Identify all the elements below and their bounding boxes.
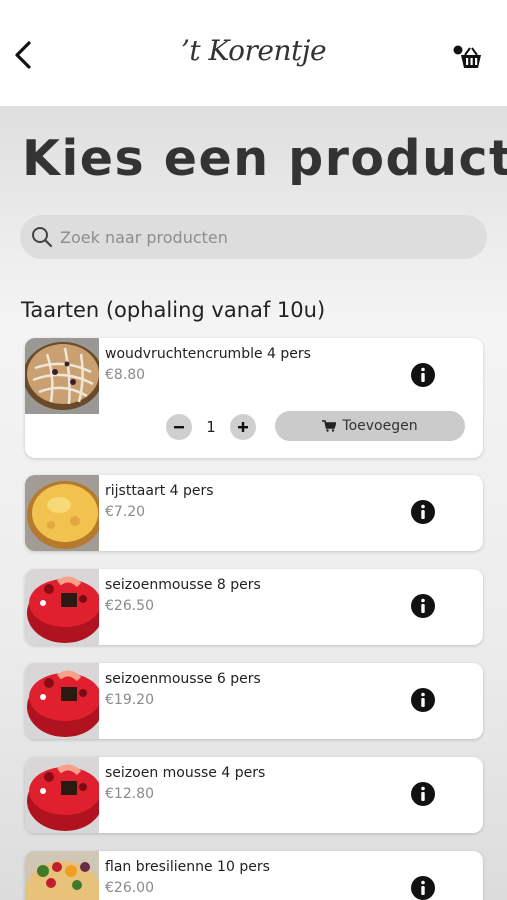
plus-icon — [238, 422, 248, 432]
product-price: €19.20 — [105, 692, 154, 708]
info-icon — [411, 500, 435, 524]
product-image-red-mousse — [25, 569, 99, 645]
brand-logo: ’t Korentje — [180, 34, 327, 67]
product-price: €26.50 — [105, 598, 154, 614]
product-image-rice-tart — [25, 475, 99, 551]
product-price: €26.00 — [105, 880, 154, 896]
product-card[interactable]: woudvruchtencrumble 4 pers €8.80 1 Toevo… — [25, 338, 483, 458]
info-button[interactable] — [410, 593, 436, 619]
info-button[interactable] — [410, 781, 436, 807]
add-button-label: Toevoegen — [342, 418, 418, 434]
cart-icon — [322, 420, 337, 432]
product-name: flan bresilienne 10 pers — [105, 859, 270, 875]
info-button[interactable] — [410, 499, 436, 525]
decrease-quantity-button[interactable] — [166, 414, 192, 440]
product-price: €7.20 — [105, 504, 146, 520]
product-image-red-mousse — [25, 757, 99, 833]
search-icon — [32, 227, 53, 248]
quantity-value: 1 — [206, 418, 216, 436]
product-image-crumble — [25, 338, 99, 414]
product-name: woudvruchtencrumble 4 pers — [105, 346, 311, 362]
page-title: Kies een product — [22, 130, 507, 187]
minus-icon — [174, 426, 184, 429]
product-name: seizoen mousse 4 pers — [105, 765, 266, 781]
product-price: €12.80 — [105, 786, 154, 802]
product-name: rijsttaart 4 pers — [105, 483, 214, 499]
increase-quantity-button[interactable] — [230, 414, 256, 440]
cart-button[interactable] — [450, 42, 484, 72]
info-icon — [411, 594, 435, 618]
add-to-cart-button[interactable]: Toevoegen — [275, 411, 465, 441]
shopping-basket-icon — [453, 45, 481, 68]
app-header: ’t Korentje — [0, 0, 507, 106]
product-card[interactable]: flan bresilienne 10 pers €26.00 — [25, 851, 483, 900]
back-button[interactable] — [6, 36, 40, 74]
info-button[interactable] — [410, 875, 436, 900]
info-button[interactable] — [410, 687, 436, 713]
product-card[interactable]: seizoenmousse 8 pers €26.50 — [25, 569, 483, 645]
product-price: €8.80 — [105, 367, 146, 383]
product-card[interactable]: rijsttaart 4 pers €7.20 — [25, 475, 483, 551]
section-title: Taarten (ophaling vanaf 10u) — [21, 298, 326, 322]
product-image-fruit-flan — [25, 851, 99, 900]
info-button[interactable] — [410, 362, 436, 388]
chevron-left-icon — [15, 41, 31, 69]
product-card[interactable]: seizoen mousse 4 pers €12.80 — [25, 757, 483, 833]
info-icon — [411, 363, 435, 387]
info-icon — [411, 782, 435, 806]
product-name: seizoenmousse 6 pers — [105, 671, 261, 687]
product-card[interactable]: seizoenmousse 6 pers €19.20 — [25, 663, 483, 739]
search-bar[interactable] — [20, 215, 487, 259]
info-icon — [411, 876, 435, 900]
product-image-red-mousse — [25, 663, 99, 739]
search-input[interactable] — [60, 227, 460, 247]
product-name: seizoenmousse 8 pers — [105, 577, 261, 593]
info-icon — [411, 688, 435, 712]
